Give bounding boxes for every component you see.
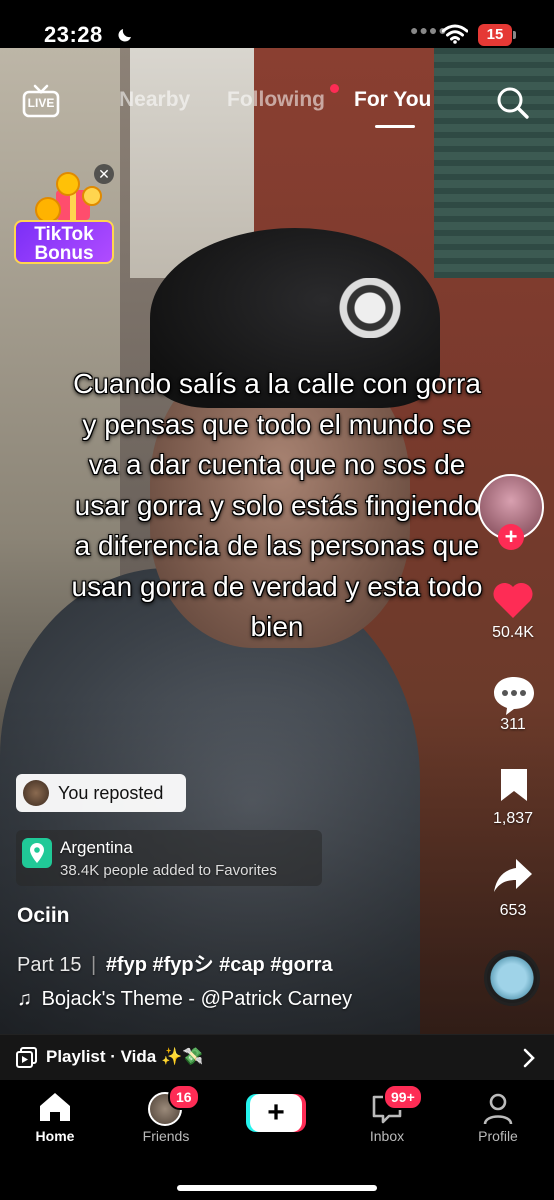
music-note-icon: ♫ <box>17 988 32 1010</box>
share-arrow-icon <box>494 859 532 892</box>
music-row[interactable]: ♫ Bojack's Theme - @Patrick Carney <box>17 988 352 1011</box>
music-title: Bojack's Theme - @Patrick Carney <box>41 988 353 1010</box>
nav-home-label: Home <box>35 1128 75 1144</box>
comment-button[interactable] <box>492 674 536 721</box>
tiktok-bonus-widget[interactable]: ✕ TikTok Bonus <box>10 162 118 270</box>
live-label: LIVE <box>27 96 55 110</box>
home-indicator <box>177 1185 377 1191</box>
search-icon[interactable] <box>496 86 530 125</box>
nav-profile[interactable]: Profile <box>458 1088 538 1148</box>
repost-label: You reposted <box>58 783 164 803</box>
nav-home[interactable]: Home <box>15 1088 95 1148</box>
comments-count: 311 <box>500 716 526 733</box>
nav-friends[interactable]: 16 Friends <box>126 1084 206 1148</box>
battery-indicator: 15 <box>478 24 512 46</box>
likes-count: 50.4K <box>492 624 534 641</box>
tab-following[interactable]: Following <box>227 88 325 112</box>
like-button[interactable] <box>492 580 534 625</box>
saves-count: 1,837 <box>492 810 534 827</box>
video-background <box>434 48 554 278</box>
playlist-label: Playlist · Vida ✨💸 <box>46 1047 204 1066</box>
inbox-badge: 99+ <box>383 1084 423 1110</box>
battery-nub <box>513 31 516 39</box>
username[interactable]: Ociin <box>17 904 70 928</box>
separator: | <box>91 954 97 976</box>
nav-profile-label: Profile <box>478 1128 518 1144</box>
heart-icon <box>493 582 533 618</box>
tab-for-you[interactable]: For You <box>354 88 431 112</box>
hashtags[interactable]: #fyp #fypシ #cap #gorra <box>106 954 333 976</box>
location-name: Argentina <box>60 838 133 857</box>
home-icon <box>37 1090 73 1129</box>
friends-badge: 16 <box>168 1084 200 1110</box>
playlist-icon <box>16 1047 38 1074</box>
nav-inbox[interactable]: 99+ Inbox <box>347 1084 427 1148</box>
save-button[interactable] <box>498 766 530 809</box>
video-subject <box>330 278 410 338</box>
nav-friends-label: Friends <box>142 1128 190 1144</box>
video-caption: Cuando salís a la calle con gorra y pens… <box>71 368 483 642</box>
live-button[interactable]: LIVE <box>22 84 60 125</box>
nav-inbox-label: Inbox <box>369 1128 405 1144</box>
post-description: Part 15 | #fyp #fypシ #cap #gorra <box>17 948 333 977</box>
repost-chip[interactable]: You reposted <box>16 774 186 812</box>
tab-nearby[interactable]: Nearby <box>119 88 190 112</box>
bonus-line2: Bonus <box>34 243 94 264</box>
part-label: Part 15 <box>17 954 82 976</box>
music-disc[interactable] <box>484 950 540 1006</box>
moon-icon <box>116 26 134 49</box>
close-icon[interactable]: ✕ <box>94 164 114 184</box>
status-time: 23:28 <box>44 22 103 47</box>
plus-icon: + <box>250 1094 302 1132</box>
avatar <box>23 780 49 806</box>
active-tab-indicator <box>375 125 415 128</box>
playlist-bar[interactable]: Playlist · Vida ✨💸 <box>0 1034 554 1081</box>
share-button[interactable] <box>492 856 534 901</box>
wifi-icon <box>441 24 469 49</box>
create-button[interactable]: + <box>246 1094 306 1132</box>
shares-count: 653 <box>499 902 527 919</box>
bookmark-icon <box>501 769 527 801</box>
bonus-label: TikTok Bonus <box>14 220 114 264</box>
location-subtitle: 38.4K people added to Favorites <box>60 862 277 879</box>
chevron-right-icon <box>522 1047 536 1074</box>
gift-coins-icon <box>30 172 102 223</box>
follow-plus-icon[interactable]: + <box>498 524 524 550</box>
location-chip[interactable]: Argentina 38.4K people added to Favorite… <box>16 830 322 886</box>
bottom-nav: Home 16 Friends + 99+ Inbox Profile <box>0 1080 554 1200</box>
following-notification-dot <box>330 84 339 93</box>
location-pin-icon <box>22 838 52 868</box>
comment-icon <box>494 677 534 715</box>
bonus-line1: TikTok <box>34 224 94 245</box>
profile-icon <box>482 1092 514 1131</box>
